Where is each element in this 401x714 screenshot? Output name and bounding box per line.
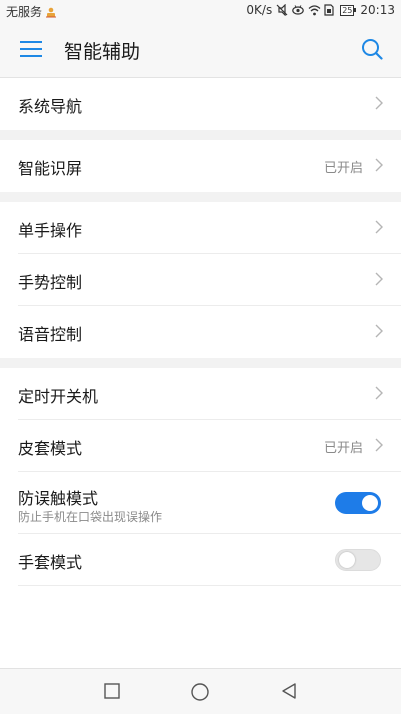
navigation-bar <box>0 668 401 714</box>
chevron-right-icon <box>375 386 383 400</box>
setting-system-navigation[interactable]: 系统导航 <box>18 78 401 130</box>
status-bar-left: 无服务 <box>6 3 57 20</box>
setting-label: 语音控制 <box>18 325 83 344</box>
warning-icon <box>45 6 57 18</box>
pocket-mode-toggle[interactable] <box>335 492 381 514</box>
chevron-right-icon <box>375 96 383 110</box>
status-bar-right: 0K/s 25 20:13 <box>246 3 395 17</box>
home-icon[interactable] <box>190 682 210 702</box>
setting-glove-mode: 手套模式 <box>18 534 401 586</box>
setting-status: 已开启 <box>323 161 363 176</box>
eye-icon <box>292 4 305 16</box>
setting-one-handed-mode[interactable]: 单手操作 <box>18 202 401 254</box>
section-divider <box>0 358 401 368</box>
battery-level: 25 <box>340 4 355 16</box>
sim-icon <box>324 4 336 16</box>
battery-icon: 25 <box>340 4 357 16</box>
setting-status: 已开启 <box>323 441 363 456</box>
recent-apps-icon[interactable] <box>103 682 123 702</box>
setting-voice-control[interactable]: 语音控制 <box>18 306 401 358</box>
carrier-text: 无服务 <box>6 5 43 19</box>
setting-label: 手套模式 <box>18 553 83 572</box>
setting-pocket-mode: 防误触模式 防止手机在口袋出现误操作 <box>18 472 401 534</box>
section-divider <box>0 192 401 202</box>
setting-label: 系统导航 <box>18 97 83 116</box>
setting-label: 单手操作 <box>18 221 83 240</box>
back-icon[interactable] <box>280 682 300 702</box>
chevron-right-icon <box>375 220 383 234</box>
settings-list: 系统导航 智能识屏 已开启 单手操作 手势控制 语音控制 定时开关机 皮套模式 … <box>0 78 401 586</box>
setting-label: 手势控制 <box>18 273 83 292</box>
setting-label: 定时开关机 <box>18 387 99 406</box>
network-speed: 0K/s <box>246 3 273 17</box>
setting-label: 防误触模式 <box>18 489 99 508</box>
chevron-right-icon <box>375 158 383 172</box>
search-icon[interactable] <box>361 38 383 60</box>
setting-description: 防止手机在口袋出现误操作 <box>18 510 163 524</box>
section-divider <box>0 130 401 140</box>
wifi-icon <box>308 4 321 16</box>
chevron-right-icon <box>375 272 383 286</box>
clock: 20:13 <box>360 3 395 17</box>
setting-scheduled-power[interactable]: 定时开关机 <box>18 368 401 420</box>
setting-gesture-control[interactable]: 手势控制 <box>18 254 401 306</box>
page-title: 智能辅助 <box>64 41 141 63</box>
toggle-knob <box>339 552 355 568</box>
chevron-right-icon <box>375 438 383 452</box>
chevron-right-icon <box>375 324 383 338</box>
setting-label: 皮套模式 <box>18 439 83 458</box>
setting-smart-screen-recognition[interactable]: 智能识屏 已开启 <box>18 140 401 192</box>
glove-mode-toggle[interactable] <box>335 549 381 571</box>
toggle-knob <box>362 495 378 511</box>
app-bar: 智能辅助 <box>0 22 401 78</box>
mute-icon <box>276 4 288 16</box>
hamburger-menu-icon[interactable] <box>20 40 42 58</box>
status-bar: 无服务 0K/s 25 20:13 <box>0 0 401 22</box>
setting-cover-mode[interactable]: 皮套模式 已开启 <box>18 420 401 472</box>
screen: 无服务 0K/s 25 20:13 智能辅助 系统导航 智能识屏 已开启 单手操… <box>0 0 401 714</box>
setting-label: 智能识屏 <box>18 159 83 178</box>
